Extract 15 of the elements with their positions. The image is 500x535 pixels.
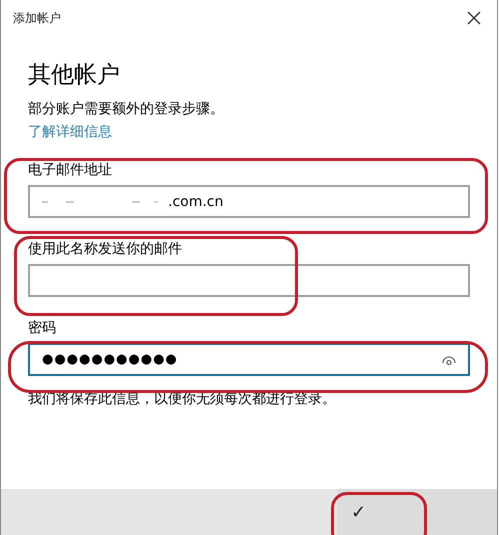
close-icon — [467, 11, 481, 25]
input-field[interactable]: .com.cn — [28, 185, 470, 218]
field-label: 密码 — [28, 319, 57, 337]
learn-more-link[interactable]: 了解详细信息 — [28, 123, 112, 141]
dialog-heading: 其他帐户 — [28, 61, 121, 90]
email-value: .com.cn — [168, 194, 224, 210]
password-value: ●●●●●●●●●●● — [42, 352, 179, 367]
input-field[interactable] — [28, 264, 470, 297]
field-label: 使用此名称发送你的邮件 — [28, 240, 183, 258]
eye-icon[interactable] — [442, 354, 456, 364]
confirm-button[interactable]: ✓ — [337, 489, 497, 535]
window-title: 添加帐户 — [13, 10, 61, 26]
input-field[interactable]: ●●●●●●●●●●● — [28, 343, 470, 376]
description-text: 部分账户需要额外的登录步骤。 — [28, 100, 225, 118]
field-label: 电子邮件地址 — [28, 161, 113, 179]
